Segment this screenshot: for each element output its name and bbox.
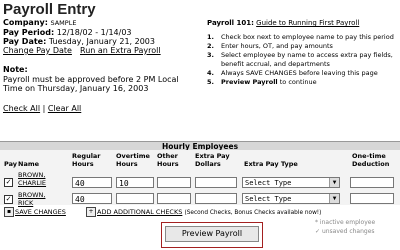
step-item: 3. Select employee by name to access extr… bbox=[207, 51, 393, 59]
other-hours-input[interactable] bbox=[157, 193, 191, 204]
other-hours-input[interactable] bbox=[157, 177, 191, 188]
save-changes-link[interactable]: SAVE CHANGES bbox=[15, 208, 66, 216]
extra-pay-type-select[interactable]: Select Type ▼ bbox=[242, 177, 340, 188]
company-value: SAMPLE bbox=[50, 19, 77, 27]
check-all-link[interactable]: Check All bbox=[3, 104, 40, 113]
col-regular: Regular Hours bbox=[72, 152, 101, 168]
step-item: 2. Enter hours, OT, and pay amounts bbox=[207, 42, 333, 50]
legend-inactive: * inactive employee bbox=[315, 219, 376, 226]
payroll-101: Payroll 101: Guide to Running First Payr… bbox=[207, 19, 359, 27]
regular-hours-input[interactable]: 40 bbox=[72, 193, 112, 204]
employee-name-link[interactable]: BROWN, CHARLIE bbox=[18, 171, 46, 187]
pay-date-label: Pay Date: bbox=[3, 37, 47, 46]
company-label: Company: bbox=[3, 18, 48, 27]
employee-name-link[interactable]: BROWN, RICK bbox=[18, 191, 45, 207]
step-item: 5. Preview Payroll to continue bbox=[207, 78, 317, 86]
overtime-hours-input[interactable] bbox=[116, 193, 154, 204]
company-line: Company: SAMPLE bbox=[3, 18, 76, 27]
save-icon: ▪ bbox=[4, 207, 14, 217]
overtime-hours-input[interactable]: 10 bbox=[116, 177, 154, 188]
payroll-101-guide-link[interactable]: Guide to Running First Payroll bbox=[256, 19, 359, 27]
col-name: Name bbox=[18, 160, 40, 168]
one-time-deduction-input[interactable] bbox=[350, 177, 394, 188]
add-checks-line: ADD ADDITIONAL CHECKS (Second Checks, Bo… bbox=[97, 208, 321, 216]
steps-list: 1. Check box next to employee name to pay… bbox=[207, 33, 394, 87]
checkmark-icon: ✓ bbox=[315, 228, 321, 235]
col-pay: Pay bbox=[4, 160, 18, 168]
regular-hours-input[interactable]: 40 bbox=[72, 177, 112, 188]
extra-pay-type-select[interactable]: Select Type ▼ bbox=[242, 193, 340, 204]
legend-unsaved: ✓ unsaved changes bbox=[315, 228, 375, 235]
change-pay-date-link[interactable]: Change Pay Date bbox=[3, 46, 72, 55]
preview-payroll-button[interactable]: Preview Payroll bbox=[165, 226, 259, 242]
clear-all-link[interactable]: Clear All bbox=[48, 104, 81, 113]
asterisk-icon: * bbox=[315, 219, 318, 226]
pay-date-line: Pay Date: Tuesday, January 21, 2003 bbox=[3, 37, 155, 46]
extra-pay-dollars-input[interactable] bbox=[195, 177, 237, 188]
one-time-deduction-input[interactable] bbox=[350, 193, 394, 204]
pay-period-line: Pay Period: 12/18/02 - 1/14/03 bbox=[3, 28, 132, 37]
separator: | bbox=[42, 104, 46, 113]
step-item: 4. Always SAVE CHANGES before leaving thi… bbox=[207, 69, 378, 77]
pay-checkbox[interactable]: ✓ bbox=[4, 178, 13, 187]
col-overtime: Overtime Hours bbox=[116, 152, 150, 168]
check-clear-links: Check All | Clear All bbox=[3, 104, 81, 113]
note-label: Note: bbox=[3, 65, 28, 74]
step-item: benefit accrual, and departments bbox=[221, 60, 330, 68]
add-icon: + bbox=[86, 207, 96, 217]
pay-period-label: Pay Period: bbox=[3, 28, 55, 37]
chevron-down-icon: ▼ bbox=[329, 194, 339, 203]
pay-checkbox[interactable]: ✓ bbox=[4, 195, 13, 204]
pay-period-value: 12/18/02 - 1/14/03 bbox=[56, 28, 132, 37]
step-item: 1. Check box next to employee name to pay… bbox=[207, 33, 394, 41]
add-additional-checks-link[interactable]: ADD ADDITIONAL CHECKS bbox=[97, 208, 182, 216]
note-line-2: Time on Thursday, January 16, 2003 bbox=[3, 84, 149, 93]
col-one-time-deduction: One-time Deduction bbox=[352, 152, 390, 168]
chevron-down-icon: ▼ bbox=[329, 178, 339, 187]
run-extra-payroll-link[interactable]: Run an Extra Payroll bbox=[80, 46, 161, 55]
pay-date-value: Tuesday, January 21, 2003 bbox=[48, 37, 155, 46]
extra-pay-dollars-input[interactable] bbox=[195, 193, 237, 204]
add-checks-note: (Second Checks, Bonus Checks available n… bbox=[184, 210, 322, 216]
col-other: Other Hours bbox=[157, 152, 179, 168]
col-extra-pay-type: Extra Pay Type bbox=[244, 160, 298, 168]
payroll-101-label: Payroll 101: bbox=[207, 19, 254, 27]
col-extra-pay: Extra Pay Dollars bbox=[195, 152, 230, 168]
note-line-1: Payroll must be approved before 2 PM Loc… bbox=[3, 75, 179, 84]
page-title: Payroll Entry bbox=[3, 1, 96, 18]
